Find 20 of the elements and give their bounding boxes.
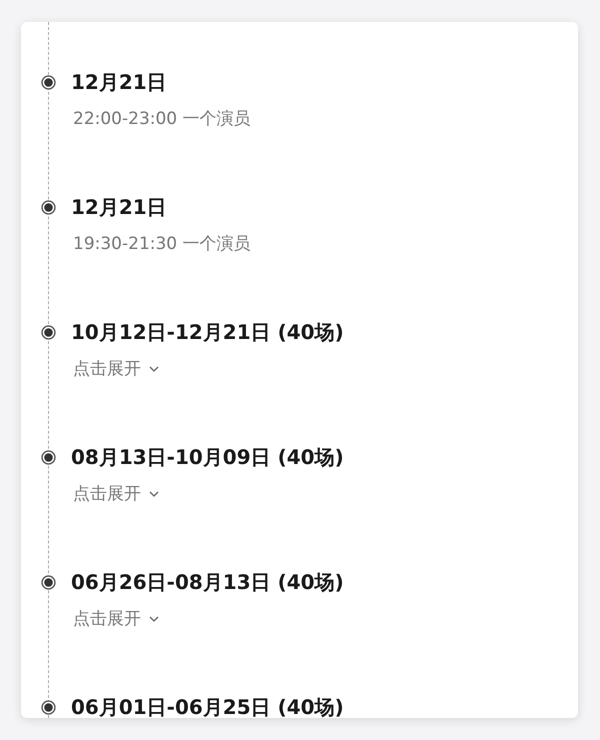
timeline-dot-icon [41,450,56,464]
timeline-dot-icon [41,324,56,340]
date-range-title: 08月13日-10月09日 (40场) [71,444,344,471]
timeline-dot-icon [41,700,56,714]
chevron-down-icon [149,491,159,497]
timeline-dot-icon [41,574,56,590]
expand-link[interactable]: 点击展开 [73,356,159,382]
timeline-dot-icon [41,74,56,90]
expand-link[interactable]: 点击展开 [73,481,159,507]
date-range-title: 06月01日-06月25日 (40场) [71,694,344,718]
expand-link[interactable]: 点击展开 [73,606,159,632]
date-range-title: 06月26日-08月13日 (40场) [71,569,344,596]
chevron-down-icon [149,616,159,622]
show-detail-text: 22:00-23:00 一个演员 [73,108,252,131]
date-range-title: 10月12日-12月21日 (40场) [71,319,344,346]
timeline-dot-icon [41,200,56,214]
show-detail-text: 19:30-21:30 一个演员 [73,233,252,256]
date-range-title: 12月21日 [71,69,167,96]
chevron-down-icon [149,366,159,372]
date-range-title: 12月21日 [71,194,167,221]
